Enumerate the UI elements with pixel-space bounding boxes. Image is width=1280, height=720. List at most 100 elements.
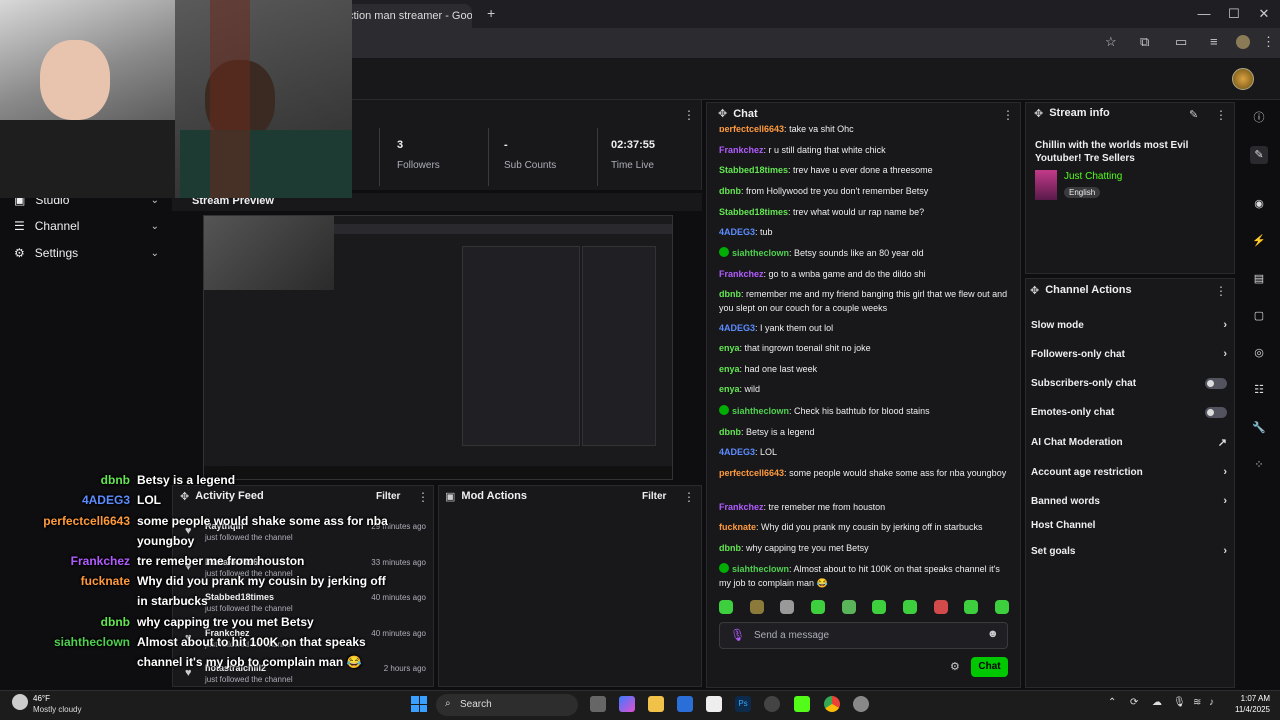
- new-tab-button[interactable]: +: [487, 5, 495, 21]
- chat-username[interactable]: Frankchez: [719, 269, 764, 279]
- chat-username[interactable]: siahtheclown: [732, 406, 789, 416]
- chat-username[interactable]: enya: [719, 343, 740, 353]
- kick-icon[interactable]: [794, 696, 810, 712]
- chevron-up-icon[interactable]: ⌃: [1108, 697, 1116, 708]
- drag-handle-icon[interactable]: ✥: [1030, 284, 1039, 297]
- toggle-switch[interactable]: [1205, 378, 1227, 389]
- wrench-icon[interactable]: 🔧: [1250, 419, 1268, 437]
- channel-action-item[interactable]: Set goals ›: [1031, 545, 1227, 557]
- chrome-icon[interactable]: [824, 696, 840, 712]
- nav-settings[interactable]: ⚙ Settings ⌄: [14, 246, 159, 260]
- chat-username[interactable]: enya: [719, 384, 740, 394]
- emote-icon[interactable]: [719, 600, 733, 614]
- apps-icon[interactable]: ⁘: [1250, 456, 1268, 474]
- copilot-icon[interactable]: [619, 696, 635, 712]
- cast-icon[interactable]: ▭: [1175, 34, 1187, 50]
- channel-action-item[interactable]: Emotes-only chat: [1031, 407, 1227, 418]
- emoji-picker-icon[interactable]: ☻: [987, 628, 999, 640]
- emote-icon[interactable]: [841, 600, 856, 614]
- close-window-button[interactable]: ✕: [1254, 6, 1274, 22]
- toggle-switch[interactable]: [1205, 407, 1227, 418]
- drag-handle-icon[interactable]: ✥: [1034, 107, 1043, 120]
- task-view-icon[interactable]: [590, 696, 606, 712]
- stream-preview-video[interactable]: [203, 215, 673, 480]
- stats-menu-icon[interactable]: ⋮: [683, 108, 695, 122]
- store-icon[interactable]: [706, 696, 722, 712]
- clipboard-icon[interactable]: ▤: [1250, 270, 1268, 288]
- weather-icon[interactable]: [12, 694, 28, 710]
- channel-action-item[interactable]: Account age restriction ›: [1031, 466, 1227, 478]
- emote-icon[interactable]: [810, 600, 825, 614]
- record-icon[interactable]: ◉: [1250, 195, 1268, 213]
- channel-action-item[interactable]: Subscribers-only chat: [1031, 378, 1227, 389]
- wifi-icon[interactable]: ≋: [1193, 697, 1201, 708]
- edit-pencil-icon[interactable]: ✎: [1189, 108, 1198, 121]
- settings-app-icon[interactable]: [853, 696, 869, 712]
- chat-username[interactable]: 4ADEG3: [719, 323, 755, 333]
- volume-icon[interactable]: ♪: [1209, 697, 1214, 708]
- microphone-icon[interactable]: 🎙: [730, 628, 745, 642]
- minimize-button[interactable]: —: [1194, 6, 1214, 21]
- bookmark-star-icon[interactable]: ☆: [1105, 34, 1117, 50]
- chat-username[interactable]: 4ADEG3: [719, 447, 755, 457]
- steam-icon[interactable]: [764, 696, 780, 712]
- channel-actions-menu-icon[interactable]: ⋮: [1215, 284, 1227, 298]
- lightning-icon[interactable]: ⚡: [1250, 232, 1268, 250]
- send-chat-button[interactable]: Chat: [971, 657, 1008, 677]
- mod-filter-button[interactable]: Filter: [642, 491, 666, 502]
- mic-tray-icon[interactable]: 🎙: [1173, 697, 1186, 708]
- chat-username[interactable]: fucknate: [719, 522, 756, 532]
- chat-username[interactable]: Stabbed18times: [719, 165, 788, 175]
- mod-menu-icon[interactable]: ⋮: [683, 490, 695, 504]
- chat-username[interactable]: siahtheclown: [732, 248, 789, 258]
- windows-start-icon[interactable]: [411, 696, 427, 712]
- nav-channel[interactable]: ☰ Channel ⌄: [14, 219, 159, 233]
- channel-action-item[interactable]: Banned words ›: [1031, 495, 1227, 507]
- users-icon[interactable]: ☷: [1250, 381, 1268, 399]
- chat-username[interactable]: Frankchez: [719, 145, 764, 155]
- activity-menu-icon[interactable]: ⋮: [417, 490, 429, 504]
- chat-username[interactable]: siahtheclown: [732, 564, 789, 574]
- drag-handle-icon[interactable]: ✥: [718, 107, 727, 120]
- emote-icon[interactable]: [994, 600, 1009, 614]
- chat-username[interactable]: Stabbed18times: [719, 207, 788, 217]
- photoshop-icon[interactable]: Ps: [735, 696, 751, 712]
- chat-username[interactable]: Frankchez: [719, 502, 764, 512]
- chat-username[interactable]: dbnb: [719, 427, 741, 437]
- chat-username[interactable]: dbnb: [719, 543, 741, 553]
- file-explorer-icon[interactable]: [648, 696, 664, 712]
- category-name[interactable]: Just Chatting: [1064, 171, 1122, 182]
- chat-menu-icon[interactable]: ⋮: [1002, 108, 1014, 122]
- emote-icon[interactable]: [872, 600, 887, 614]
- stream-info-menu-icon[interactable]: ⋮: [1215, 108, 1227, 122]
- chat-username[interactable]: dbnb: [719, 186, 741, 196]
- sync-icon[interactable]: ⟳: [1130, 697, 1138, 708]
- mail-icon[interactable]: [677, 696, 693, 712]
- pencil-icon[interactable]: ✎: [1250, 146, 1268, 164]
- chat-username[interactable]: dbnb: [719, 289, 741, 299]
- chat-input[interactable]: Send a message: [719, 622, 1008, 649]
- browser-tab[interactable]: ction man streamer - Google ✕: [340, 4, 472, 28]
- chat-username[interactable]: enya: [719, 364, 740, 374]
- emote-icon[interactable]: [780, 600, 795, 614]
- emote-icon[interactable]: [933, 600, 948, 614]
- emote-icon[interactable]: [902, 600, 917, 614]
- maximize-button[interactable]: ☐: [1224, 6, 1244, 22]
- cloud-icon[interactable]: ☁: [1152, 697, 1162, 708]
- emote-icon[interactable]: [749, 600, 764, 614]
- channel-action-item[interactable]: Slow mode ›: [1031, 319, 1227, 331]
- broadcast-icon[interactable]: ◎: [1250, 344, 1268, 362]
- emote-icon[interactable]: [964, 600, 979, 614]
- reading-list-icon[interactable]: ≡: [1210, 34, 1218, 49]
- chat-username[interactable]: 4ADEG3: [719, 227, 755, 237]
- info-icon[interactable]: ⓘ: [1250, 109, 1268, 127]
- profile-avatar[interactable]: [1236, 35, 1250, 49]
- extensions-icon[interactable]: ⧉: [1140, 34, 1149, 50]
- channel-action-item[interactable]: AI Chat Moderation ↗: [1031, 436, 1227, 449]
- chat-username[interactable]: perfectcell6643: [719, 468, 784, 478]
- chat-bubble-icon[interactable]: ▢: [1250, 307, 1268, 325]
- taskbar-search[interactable]: Search: [436, 694, 578, 716]
- channel-action-item[interactable]: Followers-only chat ›: [1031, 348, 1227, 360]
- chat-username[interactable]: perfectcell6643: [719, 124, 784, 132]
- channel-action-item[interactable]: Host Channel: [1031, 520, 1227, 531]
